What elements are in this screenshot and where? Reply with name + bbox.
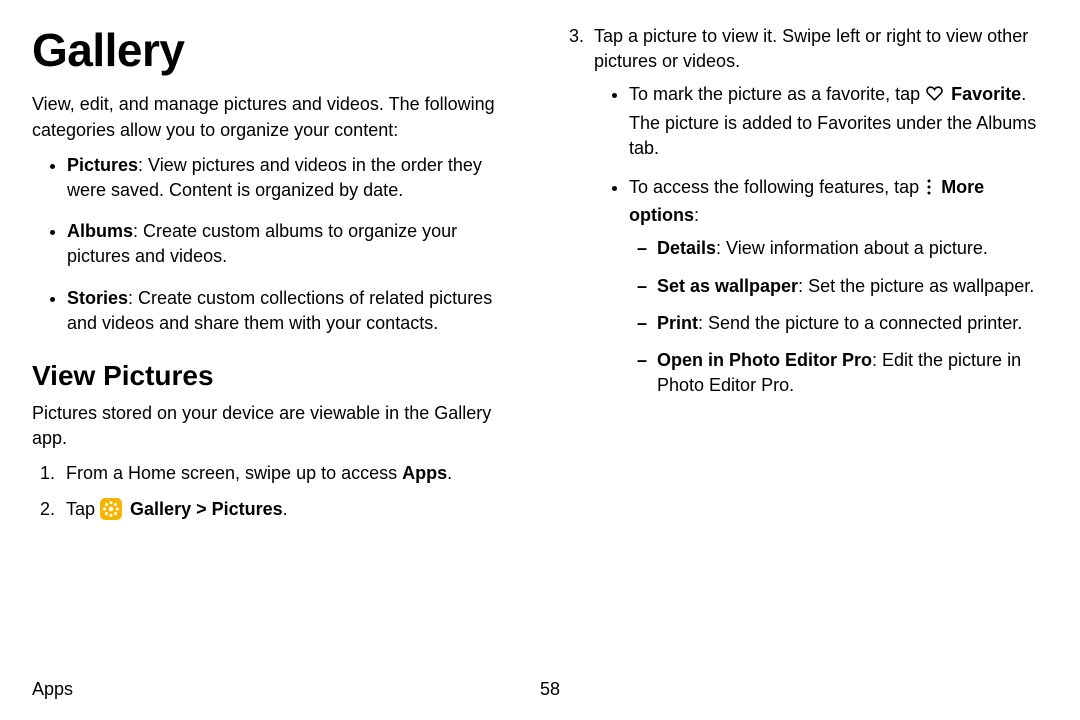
dash-list: Details: View information about a pictur… [629, 236, 1048, 398]
list-item: Set as wallpaper: Set the picture as wal… [657, 274, 1048, 299]
list-item: Open in Photo Editor Pro: Edit the pictu… [657, 348, 1048, 398]
footer: Apps 58 [32, 677, 1048, 702]
more-options-icon [924, 178, 934, 203]
list-item: Print: Send the picture to a connected p… [657, 311, 1048, 336]
sub-text: To access the following features, tap [629, 177, 924, 197]
page-title: Gallery [32, 18, 520, 82]
list-item: To mark the picture as a favorite, tap F… [629, 82, 1048, 161]
step-text: . [447, 463, 452, 483]
dash-text: : View information about a picture. [716, 238, 988, 258]
step-item: Tap Gallery > Pictures. [60, 497, 520, 522]
list-item: Pictures: View pictures and videos in th… [67, 153, 520, 203]
section-intro: Pictures stored on your device are viewa… [32, 401, 520, 451]
dash-label: Set as wallpaper [657, 276, 798, 296]
list-item: Stories: Create custom collections of re… [67, 286, 520, 336]
category-label: Pictures [67, 155, 138, 175]
step-text: From a Home screen, swipe up to access [66, 463, 402, 483]
category-list: Pictures: View pictures and videos in th… [32, 153, 520, 336]
right-column: Tap a picture to view it. Swipe left or … [560, 18, 1048, 532]
step-text: Tap a picture to view it. Swipe left or … [594, 26, 1028, 71]
step-text: Tap [66, 499, 100, 519]
dash-label: Details [657, 238, 716, 258]
heart-icon [925, 84, 944, 110]
steps-list-continued: Tap a picture to view it. Swipe left or … [560, 24, 1048, 398]
step-text: . [283, 499, 288, 519]
list-item: To access the following features, tap Mo… [629, 175, 1048, 398]
list-item: Albums: Create custom albums to organize… [67, 219, 520, 269]
step-item: From a Home screen, swipe up to access A… [60, 461, 520, 486]
step-item: Tap a picture to view it. Swipe left or … [588, 24, 1048, 398]
sub-bullet-list: To mark the picture as a favorite, tap F… [594, 82, 1048, 398]
list-item: Details: View information about a pictur… [657, 236, 1048, 261]
sub-text: : [694, 205, 699, 225]
intro-paragraph: View, edit, and manage pictures and vide… [32, 92, 520, 142]
dash-label: Print [657, 313, 698, 333]
step-bold: Gallery > Pictures [130, 499, 283, 519]
steps-list: From a Home screen, swipe up to access A… [32, 461, 520, 521]
dash-text: : Set the picture as wallpaper. [798, 276, 1034, 296]
left-column: Gallery View, edit, and manage pictures … [32, 18, 520, 532]
footer-section: Apps [32, 677, 540, 702]
step-bold: Apps [402, 463, 447, 483]
category-label: Albums [67, 221, 133, 241]
footer-page-number: 58 [540, 677, 1048, 702]
dash-text: : Send the picture to a connected printe… [698, 313, 1022, 333]
content-columns: Gallery View, edit, and manage pictures … [32, 18, 1048, 532]
sub-text: To mark the picture as a favorite, tap [629, 84, 925, 104]
gallery-icon [100, 498, 122, 520]
sub-bold: Favorite [951, 84, 1021, 104]
category-label: Stories [67, 288, 128, 308]
page: Gallery View, edit, and manage pictures … [0, 0, 1080, 720]
category-text: : Create custom collections of related p… [67, 288, 492, 333]
section-heading: View Pictures [32, 356, 520, 395]
dash-label: Open in Photo Editor Pro [657, 350, 872, 370]
